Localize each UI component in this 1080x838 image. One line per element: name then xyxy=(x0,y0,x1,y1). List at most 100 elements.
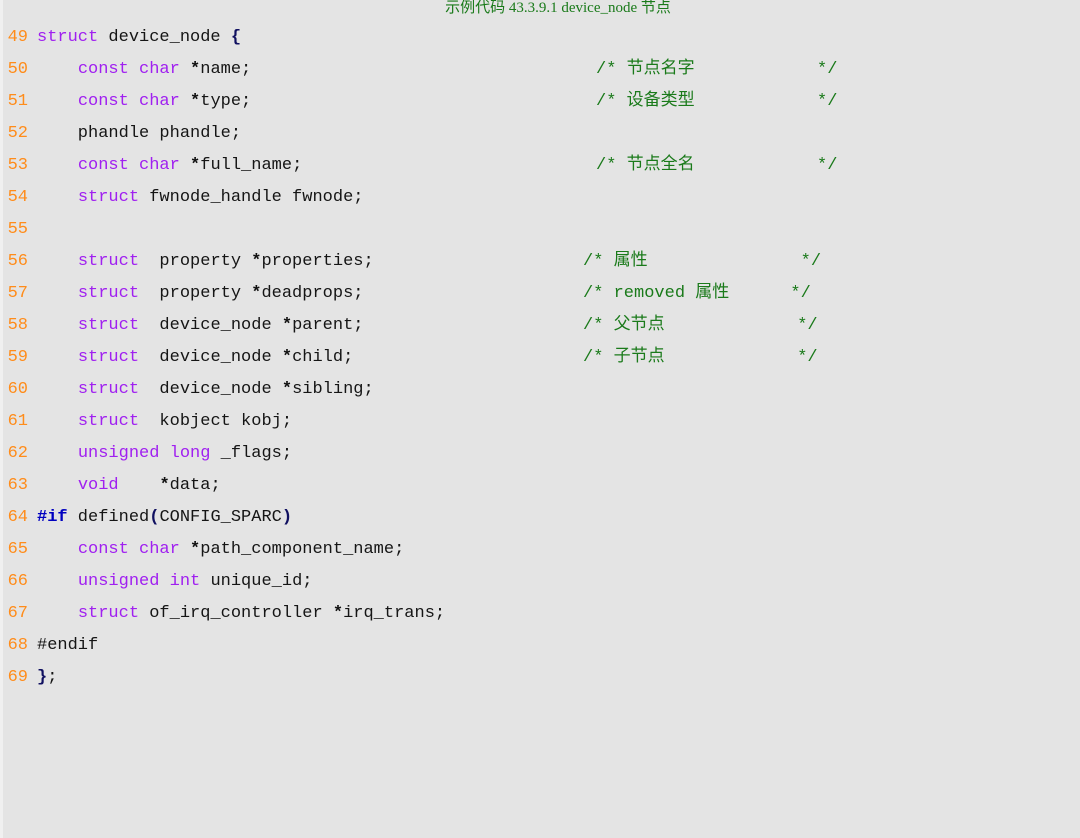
token-star: * xyxy=(281,316,293,335)
token-src xyxy=(37,54,78,86)
token-src: properties; xyxy=(261,252,374,271)
line-number: 50 xyxy=(7,60,28,79)
code-line: 69}; xyxy=(0,662,1080,694)
line-source: void *data; xyxy=(37,470,221,502)
token-star: * xyxy=(332,604,344,623)
token-src: kobject kobj; xyxy=(139,412,293,431)
token-src xyxy=(37,406,78,438)
line-number: 56 xyxy=(7,252,28,271)
token-kw: unsigned xyxy=(77,572,160,591)
token-src xyxy=(37,598,78,630)
line-source: struct device_node *sibling; xyxy=(37,374,374,406)
listing-caption: 示例代码 43.3.9.1 device_node 节点 xyxy=(445,0,671,16)
token-src: data; xyxy=(169,476,221,495)
line-source: struct property *deadprops; xyxy=(37,278,364,310)
line-comment: /* 子节点 */ xyxy=(583,348,818,367)
token-star: * xyxy=(251,252,262,271)
token-punct: { xyxy=(230,28,242,47)
token-src xyxy=(119,470,160,502)
token-src: device_node xyxy=(139,380,282,399)
token-src xyxy=(129,150,139,182)
token-src: property xyxy=(139,284,252,303)
code-line: 67 struct of_irq_controller *irq_trans; xyxy=(0,598,1080,630)
code-line: 57 struct property *deadprops; /* removed… xyxy=(0,278,1080,310)
line-source: unsigned int unique_id; xyxy=(37,566,313,598)
token-src: CONFIG_SPARC xyxy=(159,508,282,527)
token-kw: void xyxy=(77,476,119,495)
token-pp: #if xyxy=(37,508,68,527)
line-source: struct fwnode_handle fwnode; xyxy=(37,182,364,214)
line-source: struct of_irq_controller *irq_trans; xyxy=(37,598,445,630)
token-star: * xyxy=(190,92,201,111)
line-number: 53 xyxy=(7,156,28,175)
token-punct: } xyxy=(37,668,48,687)
line-number: 59 xyxy=(7,348,28,367)
token-src xyxy=(37,374,78,406)
code-line: 55 xyxy=(0,214,1080,246)
line-comment: /* 节点名字 */ xyxy=(596,60,838,79)
line-source: struct device_node { xyxy=(37,22,241,54)
line-number: 63 xyxy=(7,476,28,495)
line-number: 60 xyxy=(7,380,28,399)
token-kw: struct xyxy=(77,252,140,271)
line-source: phandle phandle; xyxy=(37,118,241,150)
line-comment: /* removed 属性 */ xyxy=(583,284,811,303)
token-kw: const xyxy=(77,92,129,111)
token-src: property xyxy=(139,252,252,271)
token-kw: const xyxy=(77,540,129,559)
token-star: * xyxy=(281,348,293,367)
code-line: 58 struct device_node *parent; /* 父节点 */ xyxy=(0,310,1080,342)
token-src xyxy=(37,470,78,502)
token-star: * xyxy=(281,380,293,399)
token-src: parent; xyxy=(292,316,364,335)
line-number: 61 xyxy=(7,412,28,431)
token-src xyxy=(180,150,190,182)
token-src xyxy=(37,566,78,598)
token-src xyxy=(37,182,78,214)
token-src: device_node xyxy=(139,316,282,335)
token-src xyxy=(37,150,78,182)
line-number: 58 xyxy=(7,316,28,335)
code-line: 53 const char *full_name; /* 节点全名 */ xyxy=(0,150,1080,182)
token-kw: struct xyxy=(77,604,140,623)
line-number: 66 xyxy=(7,572,28,591)
token-kw: struct xyxy=(77,316,140,335)
token-kw: struct xyxy=(77,380,140,399)
token-src: path_component_name; xyxy=(200,540,405,559)
code-line: 68 #endif xyxy=(0,630,1080,662)
line-source: #if defined(CONFIG_SPARC) xyxy=(37,502,292,534)
token-kw: struct xyxy=(77,188,140,207)
line-source: unsigned long _flags; xyxy=(37,438,292,470)
code-line: 50 const char *name; /* 节点名字 */ xyxy=(0,54,1080,86)
line-number: 68 xyxy=(7,636,28,655)
line-comment: /* 父节点 */ xyxy=(583,316,818,335)
line-comment: /* 属性 */ xyxy=(583,252,822,271)
token-punct: ) xyxy=(281,508,293,527)
line-comment: /* 节点全名 */ xyxy=(596,156,838,175)
code-line: 65 const char *path_component_name; xyxy=(0,534,1080,566)
token-kw: long xyxy=(169,444,211,463)
token-src: irq_trans; xyxy=(343,604,446,623)
token-src xyxy=(37,438,78,470)
line-source: struct device_node *parent; xyxy=(37,310,364,342)
token-src: ; xyxy=(47,668,58,687)
code-listing-page: 示例代码 43.3.9.1 device_node 节点 49 struct de… xyxy=(0,0,1080,838)
line-comment: /* 设备类型 */ xyxy=(596,92,838,111)
code-line: 54 struct fwnode_handle fwnode; xyxy=(0,182,1080,214)
token-src: _flags; xyxy=(210,444,293,463)
token-src xyxy=(37,310,78,342)
token-kw: struct xyxy=(77,348,140,367)
line-number: 51 xyxy=(7,92,28,111)
token-src: name; xyxy=(200,60,252,79)
line-source: }; xyxy=(37,662,57,694)
token-src: phandle phandle; xyxy=(37,124,242,143)
token-src: defined xyxy=(67,508,150,527)
token-kw: const xyxy=(77,156,129,175)
code-line: 64 #if defined(CONFIG_SPARC) xyxy=(0,502,1080,534)
line-number: 69 xyxy=(7,668,28,687)
code-line: 66 unsigned int unique_id; xyxy=(0,566,1080,598)
token-star: * xyxy=(159,476,170,495)
token-src xyxy=(37,534,78,566)
line-number: 49 xyxy=(7,28,28,47)
token-src: device_node xyxy=(139,348,282,367)
